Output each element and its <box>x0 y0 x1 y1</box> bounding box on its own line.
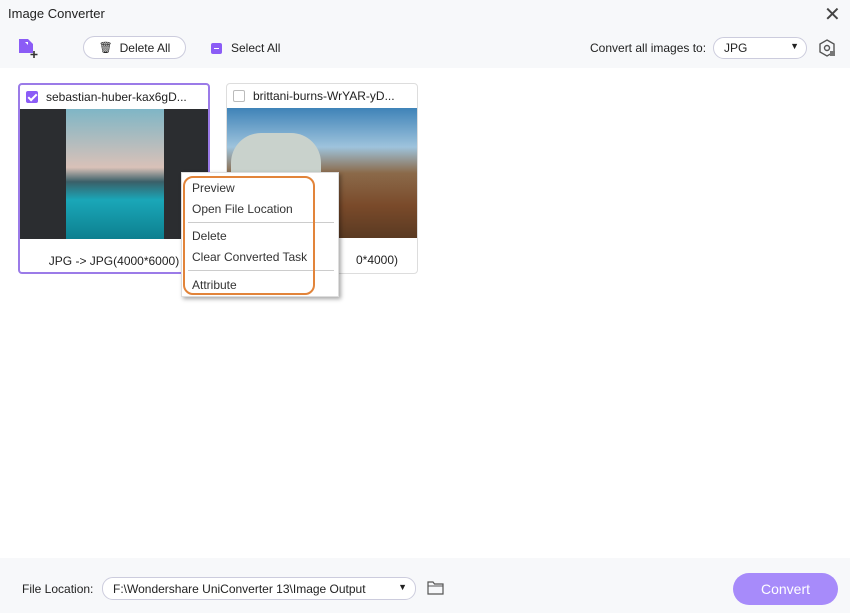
folder-icon[interactable] <box>427 581 444 595</box>
file-name: sebastian-huber-kax6gD... <box>46 90 187 104</box>
menu-item-clear-converted-task[interactable]: Clear Converted Task <box>192 250 307 264</box>
menu-item-open-file-location[interactable]: Open File Location <box>192 202 293 216</box>
context-menu: Preview Open File Location Delete Clear … <box>181 172 339 297</box>
close-icon[interactable]: ✕ <box>824 2 841 27</box>
convert-button[interactable]: Convert <box>733 573 838 605</box>
partial-check-icon <box>211 42 222 54</box>
settings-icon[interactable] <box>818 39 836 57</box>
card-checkbox[interactable] <box>233 90 245 102</box>
card-checkbox[interactable] <box>26 91 38 103</box>
chevron-down-icon: ▼ <box>790 41 799 51</box>
conversion-caption: JPG -> JPG(4000*6000) <box>48 254 180 268</box>
select-all-label: Select All <box>231 41 281 55</box>
menu-separator <box>188 270 334 271</box>
format-select[interactable]: JPG ▼ <box>713 37 807 59</box>
file-location-label: File Location: <box>22 582 94 596</box>
add-image-icon[interactable] <box>17 37 39 59</box>
window-title: Image Converter <box>8 6 105 21</box>
trash-icon: 🗑 <box>98 42 113 54</box>
file-location-select[interactable]: F:\Wondershare UniConverter 13\Image Out… <box>102 577 416 600</box>
menu-item-attribute[interactable]: Attribute <box>192 278 237 292</box>
delete-all-label: Delete All <box>119 40 171 55</box>
delete-all-button[interactable]: 🗑 Delete All <box>83 36 186 59</box>
file-location-value: F:\Wondershare UniConverter 13\Image Out… <box>113 582 366 596</box>
menu-separator <box>188 222 334 223</box>
menu-item-preview[interactable]: Preview <box>192 181 235 195</box>
chevron-down-icon: ▼ <box>398 582 407 592</box>
convert-all-label: Convert all images to: <box>590 41 707 55</box>
format-value: JPG <box>724 41 748 55</box>
thumbnail <box>20 109 208 239</box>
file-name: brittani-burns-WrYAR-yD... <box>253 89 395 103</box>
select-all-checkbox[interactable]: Select All <box>211 41 280 55</box>
menu-item-delete[interactable]: Delete <box>192 229 227 243</box>
